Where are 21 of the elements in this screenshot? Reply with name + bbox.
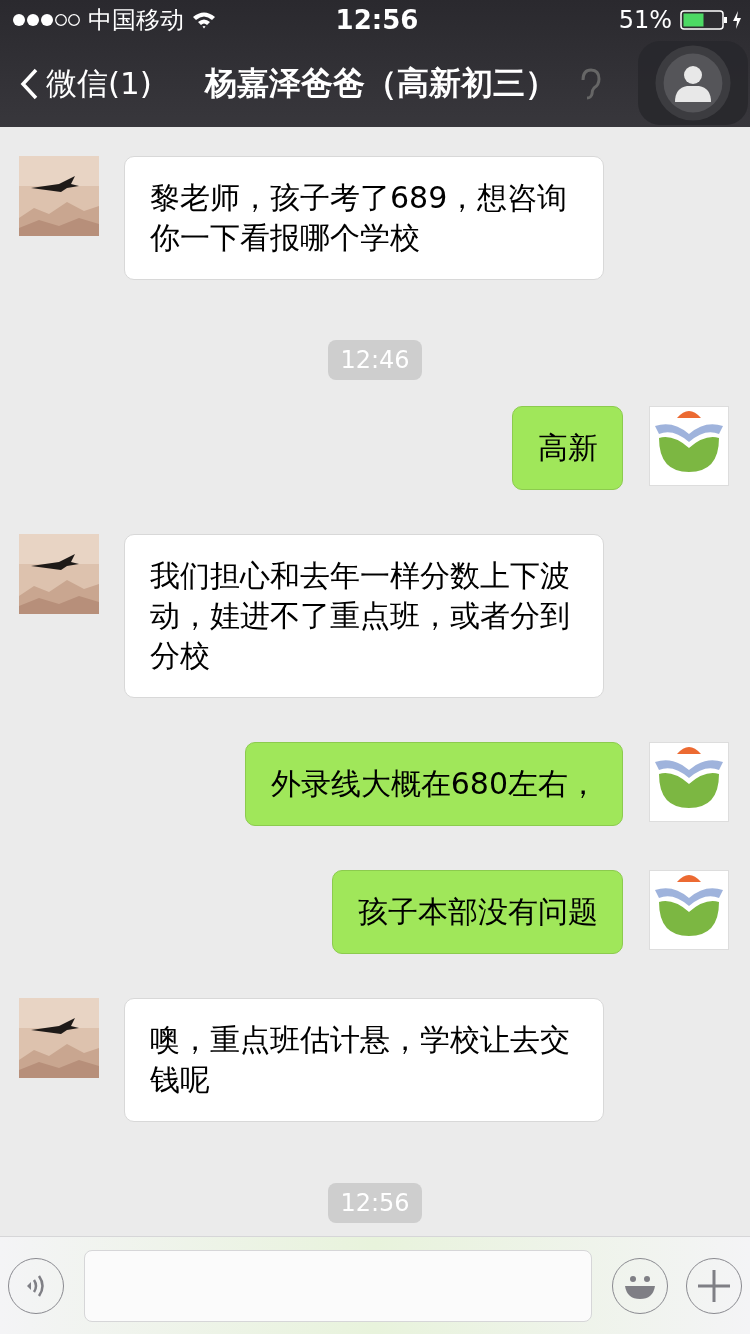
message-bubble: 高新: [512, 406, 623, 490]
message-bubble: 噢，重点班估计悬，学校让去交钱呢: [124, 998, 604, 1122]
battery-icon: [680, 10, 728, 30]
wifi-icon: [192, 11, 216, 29]
message-bubble: 外录线大概在680左右，: [244, 742, 623, 826]
message-input-field[interactable]: [84, 1249, 592, 1322]
back-button[interactable]: 微信(1): [20, 62, 170, 105]
chevron-left-icon: [20, 67, 38, 100]
battery-percent: 51%: [618, 6, 672, 34]
person-icon[interactable]: [673, 63, 713, 103]
chat-title: 杨嘉泽爸爸（高新初三）: [205, 62, 557, 104]
plus-icon: [696, 1267, 732, 1304]
clock-time: 12:56: [335, 5, 419, 35]
carrier-name: 中国移动: [88, 5, 184, 36]
assistive-touch-button[interactable]: [638, 41, 748, 125]
signal-icon: [12, 13, 80, 27]
message-bubble: 我们担心和去年一样分数上下波动，娃进不了重点班，或者分到分校: [124, 534, 604, 698]
message-bubble: 孩子本部没有问题: [332, 870, 623, 954]
ear-icon: [579, 67, 601, 100]
message-bubble: 黎老师，孩子考了689，想咨询你一下看报哪个学校: [124, 156, 604, 280]
charging-icon: [732, 11, 742, 29]
